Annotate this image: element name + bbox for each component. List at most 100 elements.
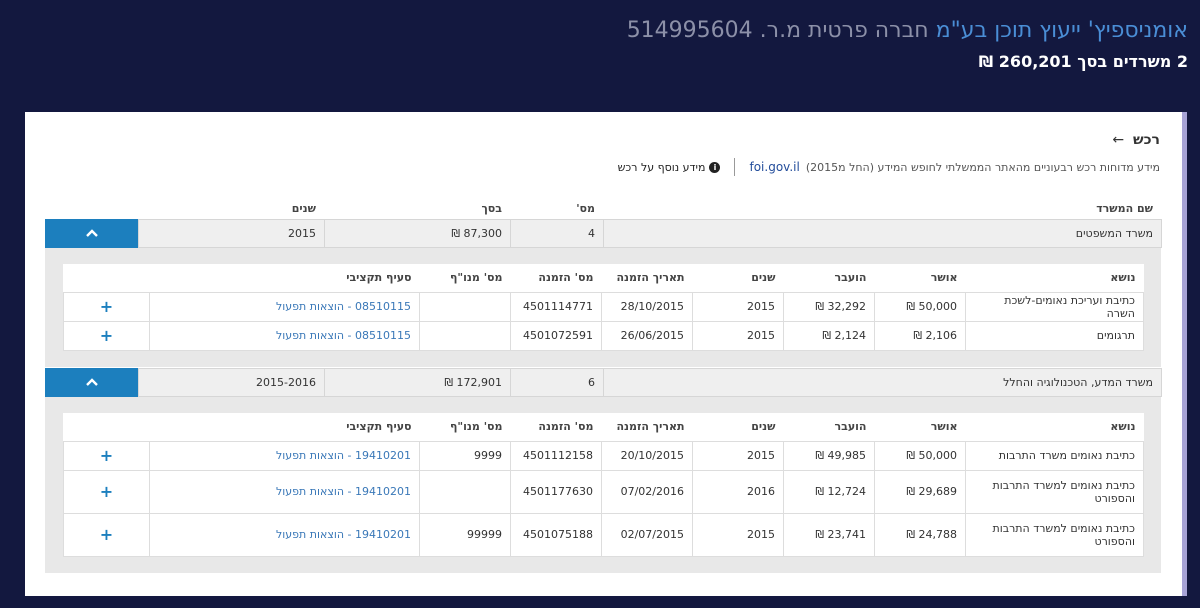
collapse-button[interactable] <box>45 368 139 397</box>
purchases-table: נושא אושר הועבר שנים תאריך הזמנה מס' הזמ… <box>63 413 1144 557</box>
col-order-date: תאריך הזמנה <box>601 413 693 442</box>
cell-subject: כתיבת נאומים למשרד התרבות והספורט <box>965 469 1144 514</box>
col-ministry-name: שם המשרד <box>1096 201 1153 215</box>
cell-years: 2015 <box>692 291 784 322</box>
cell-order-date: 28/10/2015 <box>601 291 693 322</box>
cell-order-date: 02/07/2015 <box>601 512 693 557</box>
cell-subject: כתיבת נאומים למשרד התרבות והספורט <box>965 512 1144 557</box>
col-subscription: מס' מנו"ף <box>419 413 511 442</box>
plus-icon: + <box>99 482 114 501</box>
procurement-heading[interactable]: רכש ← <box>1112 132 1160 148</box>
cell-order-num: 4501075188 <box>510 512 602 557</box>
expand-button[interactable]: + <box>63 469 150 514</box>
expand-button[interactable]: + <box>63 320 150 351</box>
col-years: שנים <box>692 413 784 442</box>
ministry-total: 87,300 ₪ <box>324 219 511 248</box>
cell-approved: 50,000 ₪ <box>874 291 966 322</box>
ministry-name: משרד המשפטים <box>603 219 1162 248</box>
cell-years: 2015 <box>692 512 784 557</box>
purchases-table: נושא אושר הועבר שנים תאריך הזמנה מס' הזמ… <box>63 264 1144 351</box>
col-order-num: מס' הזמנה <box>510 413 602 442</box>
cell-years: 2015 <box>692 440 784 471</box>
col-order-date: תאריך הזמנה <box>601 264 693 293</box>
collapse-button[interactable] <box>45 219 139 248</box>
cell-transferred: 23,741 ₪ <box>783 512 875 557</box>
cell-years: 2015 <box>692 320 784 351</box>
arrow-left-icon: ← <box>1112 132 1125 148</box>
more-info-link[interactable]: i מידע נוסף על רכש <box>618 161 721 174</box>
plus-icon: + <box>99 297 114 316</box>
cell-transferred: 32,292 ₪ <box>783 291 875 322</box>
cell-order-date: 07/02/2016 <box>601 469 693 514</box>
cell-order-num: 4501112158 <box>510 440 602 471</box>
company-name[interactable]: אומניספיץ' ייעוץ תוכן בע"מ <box>936 18 1188 43</box>
cell-budget-item[interactable]: 08510115 - הוצאות תפעול <box>149 291 420 322</box>
col-approved: אושר <box>874 413 966 442</box>
cell-subject: כתיבת ועריכת נאומים-לשכת השרה <box>965 291 1144 322</box>
cell-approved: 29,689 ₪ <box>874 469 966 514</box>
plus-icon: + <box>99 326 114 345</box>
col-total: בסך <box>481 201 502 215</box>
cell-approved: 50,000 ₪ <box>874 440 966 471</box>
divider <box>734 158 736 176</box>
table-row: כתיבת נאומים למשרד התרבות והספורט 24,788… <box>63 512 1144 557</box>
cell-transferred: 12,724 ₪ <box>783 469 875 514</box>
cell-order-num: 4501177630 <box>510 469 602 514</box>
company-title: אומניספיץ' ייעוץ תוכן בע"מ חברה פרטית מ.… <box>627 18 1188 43</box>
plus-icon: + <box>99 525 114 544</box>
cell-approved: 24,788 ₪ <box>874 512 966 557</box>
ministry-years: 2015-2016 <box>138 368 325 397</box>
col-budget-item: סעיף תקציבי <box>149 264 420 293</box>
cell-transferred: 2,124 ₪ <box>783 320 875 351</box>
ministry-count: 4 <box>510 219 604 248</box>
col-order-num: מס' הזמנה <box>510 264 602 293</box>
company-type: חברה פרטית מ.ר. 514995604 <box>626 18 936 43</box>
table-row: כתיבת ועריכת נאומים-לשכת השרה 50,000 ₪ 3… <box>63 291 1144 322</box>
cell-budget-item[interactable]: 08510115 - הוצאות תפעול <box>149 320 420 351</box>
cell-order-num: 4501072591 <box>510 320 602 351</box>
cell-subscription <box>419 291 511 322</box>
col-transferred: הועבר <box>783 413 875 442</box>
ministry-row[interactable]: משרד המשפטים 4 87,300 ₪ 2015 <box>45 219 1162 248</box>
cell-subscription: 9999 <box>419 440 511 471</box>
cell-subject: תרגומים <box>965 320 1144 351</box>
expand-button[interactable]: + <box>63 512 150 557</box>
info-icon: i <box>709 161 721 173</box>
chevron-up-icon <box>86 229 98 237</box>
procurement-title: רכש <box>1133 132 1160 148</box>
col-years: שנים <box>291 201 316 215</box>
procurement-card: רכש ← מידע מדוחות רכש רבעוניים מהאתר הממ… <box>25 112 1187 596</box>
cell-years: 2016 <box>692 469 784 514</box>
cell-budget-item[interactable]: 19410201 - הוצאות תפעול <box>149 469 420 514</box>
ministry-row[interactable]: משרד המדע, הטכנולוגיה והחלל 6 172,901 ₪ … <box>45 368 1162 397</box>
expand-button[interactable]: + <box>63 440 150 471</box>
procurement-description: מידע מדוחות רכש רבעוניים מהאתר הממשלתי ל… <box>805 160 1160 174</box>
ministry-details-panel: נושא אושר הועבר שנים תאריך הזמנה מס' הזמ… <box>45 248 1161 367</box>
ministry-total: 172,901 ₪ <box>324 368 511 397</box>
ministry-summary: 2 משרדים בסך 260,201 ₪ <box>978 52 1188 71</box>
ministry-details-panel: נושא אושר הועבר שנים תאריך הזמנה מס' הזמ… <box>45 397 1161 573</box>
expand-button[interactable]: + <box>63 291 150 322</box>
cell-order-date: 26/06/2015 <box>601 320 693 351</box>
col-subscription: מס' מנו"ף <box>419 264 511 293</box>
cell-order-num: 4501114771 <box>510 291 602 322</box>
more-info-label: מידע נוסף על רכש <box>617 160 706 174</box>
ministry-years: 2015 <box>138 219 325 248</box>
cell-approved: 2,106 ₪ <box>874 320 966 351</box>
plus-icon: + <box>99 446 114 465</box>
col-subject: נושא <box>965 413 1144 442</box>
cell-budget-item[interactable]: 19410201 - הוצאות תפעול <box>149 512 420 557</box>
cell-subscription <box>419 469 511 514</box>
cell-subscription <box>419 320 511 351</box>
col-budget-item: סעיף תקציבי <box>149 413 420 442</box>
cell-transferred: 49,985 ₪ <box>783 440 875 471</box>
ministry-name: משרד המדע, הטכנולוגיה והחלל <box>603 368 1162 397</box>
foi-site-link[interactable]: foi.gov.il <box>749 160 799 174</box>
table-row: כתיבת נאומים משרד התרבות 50,000 ₪ 49,985… <box>63 440 1144 471</box>
col-years: שנים <box>692 264 784 293</box>
cell-budget-item[interactable]: 19410201 - הוצאות תפעול <box>149 440 420 471</box>
ministries-table-header: שם המשרד מס' בסך שנים <box>45 196 1161 220</box>
table-row: תרגומים 2,106 ₪ 2,124 ₪ 2015 26/06/2015 … <box>63 320 1144 351</box>
info-row: מידע מדוחות רכש רבעוניים מהאתר הממשלתי ל… <box>618 158 1160 176</box>
col-transferred: הועבר <box>783 264 875 293</box>
